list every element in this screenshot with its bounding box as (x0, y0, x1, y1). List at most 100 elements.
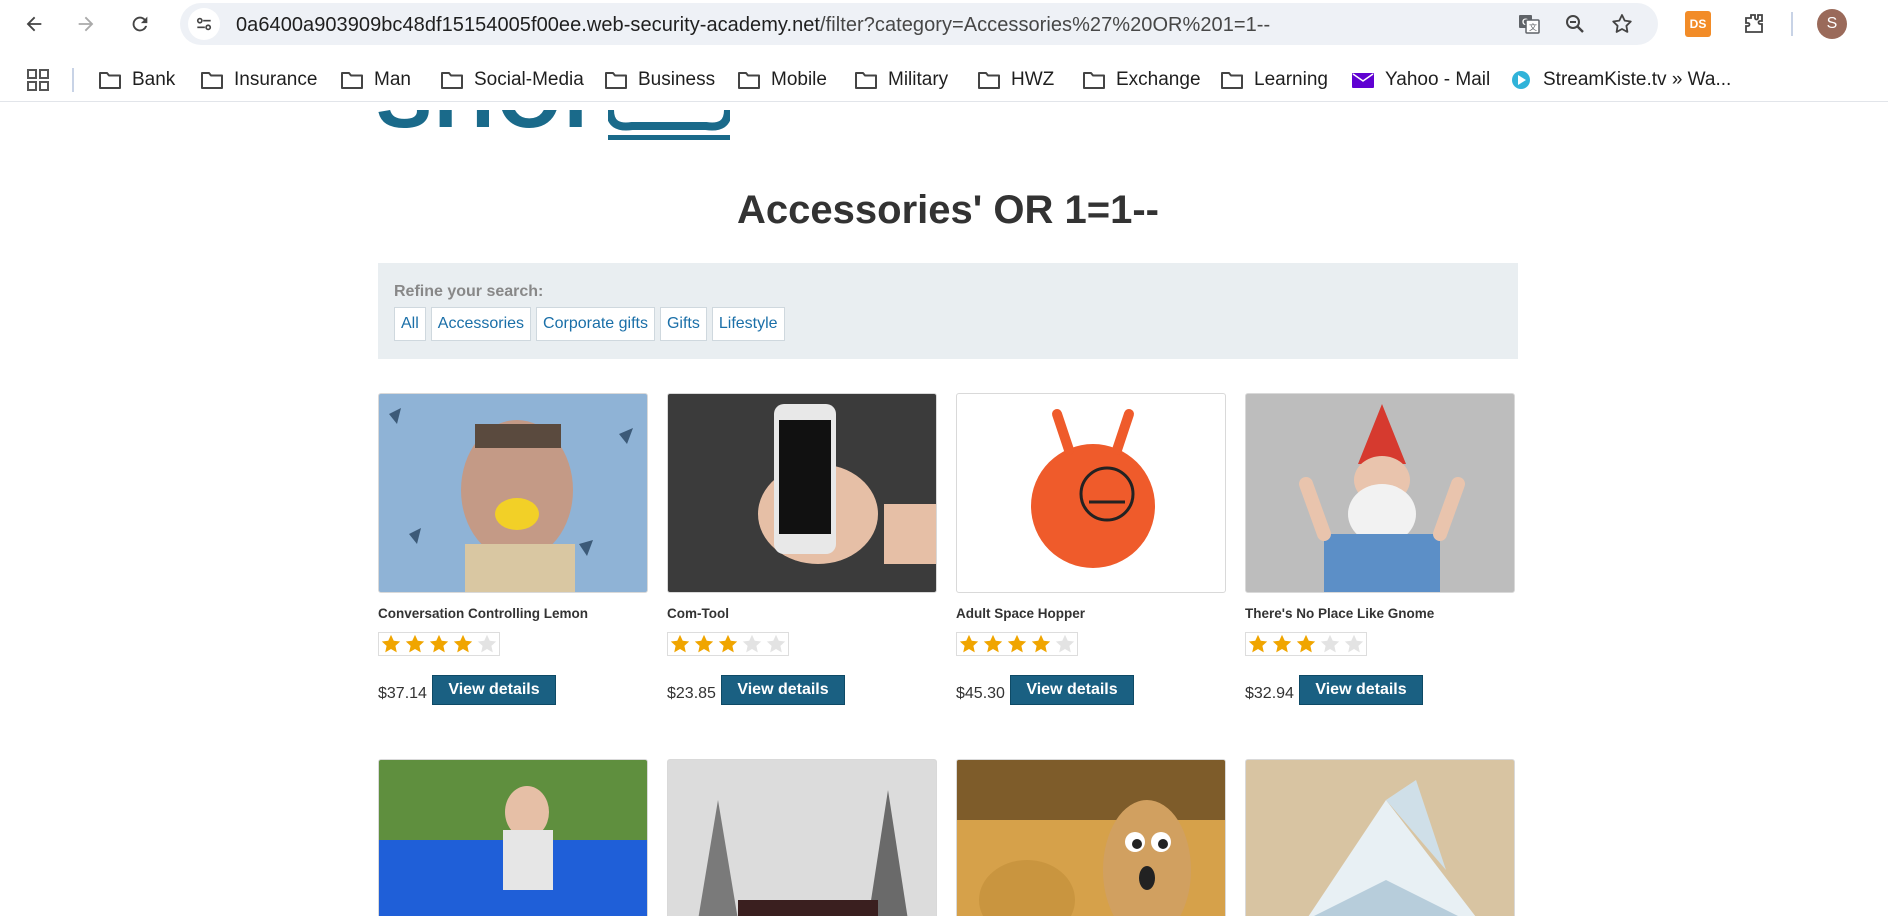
product-name: There's No Place Like Gnome (1245, 606, 1435, 621)
product-price: $45.30 (956, 685, 1005, 702)
bookmark-hwz[interactable]: HWZ (977, 65, 1054, 95)
folder-icon (978, 72, 1000, 89)
bookmark-label: Insurance (234, 69, 318, 90)
bookmark-exchange[interactable]: Exchange (1082, 65, 1201, 95)
bookmark-yahoo-mail[interactable]: Yahoo - Mail (1351, 65, 1490, 95)
star-filled-icon (1270, 633, 1294, 655)
bookmark-business[interactable]: Business (604, 65, 715, 95)
folder-icon (201, 72, 223, 89)
bookmark-label: Social-Media (474, 69, 584, 90)
star-filled-icon (427, 633, 451, 655)
filter-lifestyle[interactable]: Lifestyle (711, 307, 785, 341)
folder-icon (1083, 72, 1105, 89)
translate-button[interactable]: G 文 (1517, 12, 1541, 36)
bookmark-bank[interactable]: Bank (98, 65, 175, 95)
address-bar[interactable]: 0a6400a903909bc48df15154005f00ee.web-sec… (180, 3, 1658, 45)
product-rating (1245, 632, 1367, 656)
site-info-button[interactable] (188, 8, 220, 40)
bookmark-label: Man (374, 69, 411, 90)
browser-toolbar: 0a6400a903909bc48df15154005f00ee.web-sec… (0, 0, 1888, 48)
bookmark-star-icon (1612, 14, 1632, 33)
star-filled-icon (1246, 633, 1270, 655)
folder-icon (1221, 72, 1243, 89)
url-text[interactable]: 0a6400a903909bc48df15154005f00ee.web-sec… (236, 14, 1270, 37)
product-image[interactable] (667, 759, 937, 916)
product-rating (378, 632, 500, 656)
bookmark-insurance[interactable]: Insurance (200, 65, 317, 95)
product-image[interactable] (956, 759, 1226, 916)
folder-icon (341, 72, 363, 89)
url-host: 0a6400a903909bc48df15154005f00ee.web-sec… (236, 14, 821, 36)
star-empty-icon (1053, 633, 1077, 655)
extensions-button[interactable] (1740, 10, 1768, 38)
filter-all[interactable]: All (394, 307, 426, 341)
filter-accessories[interactable]: Accessories (430, 307, 532, 341)
star-empty-icon (764, 633, 788, 655)
bookmark-military[interactable]: Military (854, 65, 948, 95)
view-details-button[interactable]: View details (1299, 675, 1423, 705)
bookmark-label: Learning (1254, 69, 1328, 90)
bookmark-star-button[interactable] (1610, 12, 1634, 36)
back-button[interactable] (18, 8, 50, 40)
translate-icon: G 文 (1519, 15, 1540, 34)
page-title: Accessories' OR 1=1-- (737, 188, 1159, 232)
bookmark-mobile[interactable]: Mobile (737, 65, 827, 95)
star-filled-icon (1294, 633, 1318, 655)
category-filters: All Accessories Corporate gifts Gifts Lifest… (394, 307, 785, 341)
product-price: $37.14 (378, 685, 427, 702)
bookmark-label: Mobile (771, 69, 827, 90)
apps-grid-icon[interactable] (26, 68, 50, 92)
product-image[interactable] (378, 393, 648, 593)
bookmark-label: HWZ (1011, 69, 1055, 90)
site-info-icon (196, 17, 212, 31)
yahoo-mail-icon (1352, 73, 1374, 88)
bookmark-label: Military (888, 69, 949, 90)
paper-origami-image (1246, 760, 1514, 916)
product-rating (667, 632, 789, 656)
star-empty-icon (1342, 633, 1366, 655)
product-name: Com-Tool (667, 606, 729, 621)
view-details-button[interactable]: View details (432, 675, 556, 705)
potato-faces-image (957, 760, 1225, 916)
folder-icon (441, 72, 463, 89)
star-filled-icon (379, 633, 403, 655)
bookmarks-bar: Bank Insurance Man Social-Media Business Mobi… (0, 56, 1888, 102)
svg-text:文: 文 (1529, 22, 1537, 32)
shop-logo-icon (608, 110, 730, 140)
zoom-button[interactable] (1563, 12, 1587, 36)
star-filled-icon (403, 633, 427, 655)
bookmark-learning[interactable]: Learning (1220, 65, 1328, 95)
star-empty-icon (740, 633, 764, 655)
product-image[interactable] (667, 393, 937, 593)
back-icon (26, 16, 42, 32)
bookmark-streamkiste-tv-wa[interactable]: StreamKiste.tv » Wa... (1509, 65, 1731, 95)
reload-icon (132, 16, 148, 32)
product-image[interactable] (1245, 393, 1515, 593)
zoom-icon (1566, 15, 1584, 33)
bookmark-man[interactable]: Man (340, 65, 411, 95)
filter-gifts[interactable]: Gifts (659, 307, 707, 341)
star-filled-icon (668, 633, 692, 655)
forward-icon (78, 16, 94, 32)
bookmark-label: StreamKiste.tv » Wa... (1543, 69, 1732, 90)
product-image[interactable] (956, 393, 1226, 593)
orange-space-hopper-image (957, 394, 1225, 592)
view-details-button[interactable]: View details (721, 675, 845, 705)
bookmark-label: Business (638, 69, 716, 90)
reload-button[interactable] (124, 8, 156, 40)
web-page: SHOP Accessories' OR 1=1-- Refine your s… (0, 110, 1888, 916)
hand-holding-phone-image (668, 394, 936, 592)
bookmark-label: Bank (132, 69, 176, 90)
forward-button[interactable] (70, 8, 102, 40)
filter-corporate-gifts[interactable]: Corporate gifts (536, 307, 655, 341)
profile-avatar[interactable]: S (1817, 9, 1847, 39)
bookmark-social-media[interactable]: Social-Media (440, 65, 584, 95)
product-image[interactable] (378, 759, 648, 916)
view-details-button[interactable]: View details (1010, 675, 1134, 705)
star-filled-icon (1005, 633, 1029, 655)
product-image[interactable] (1245, 759, 1515, 916)
bookmark-label: Exchange (1116, 69, 1201, 90)
folder-icon (738, 72, 760, 89)
toolbar-separator (1791, 12, 1793, 36)
ds-extension-button[interactable]: DS (1684, 10, 1712, 38)
